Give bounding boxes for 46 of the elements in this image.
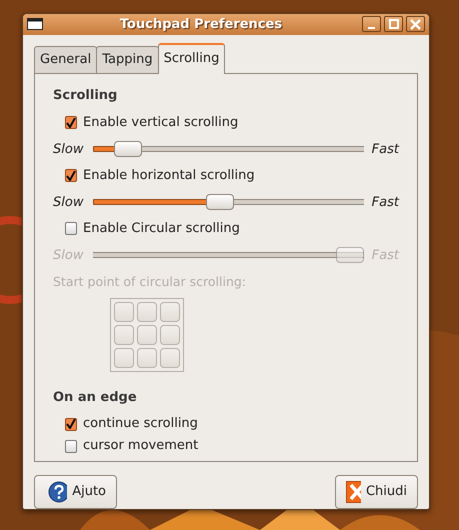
section-heading: Scrolling <box>53 87 118 106</box>
slider-max-label: Fast <box>372 194 399 212</box>
tab[interactable]: Scrolling <box>158 42 226 74</box>
slider-min-label: Slow <box>53 194 84 212</box>
minimize-icon <box>368 27 375 30</box>
checkbox[interactable] <box>65 440 77 453</box>
caption-text: Start point of circular scrolling: <box>53 272 248 291</box>
grid-button <box>114 324 134 345</box>
window-title: Touchpad Preferences <box>118 16 284 34</box>
tab[interactable]: General <box>34 46 98 74</box>
close-icon <box>410 18 421 30</box>
maximize-button[interactable] <box>384 16 403 32</box>
grid-button <box>114 348 134 368</box>
close-button[interactable] <box>406 16 425 32</box>
checkbox-label: Enable horizontal scrolling <box>83 167 255 186</box>
checkbox-label: continue scrolling <box>83 415 198 434</box>
grid-button <box>137 302 157 322</box>
close-icon <box>346 481 361 503</box>
grid-button <box>160 348 180 368</box>
maximize-icon <box>388 19 398 30</box>
slider-handle[interactable] <box>114 141 142 158</box>
grid-button <box>114 302 134 322</box>
close-button[interactable]: Chiudi <box>335 475 418 509</box>
checkbox-label: Enable Circular scrolling <box>83 220 240 238</box>
minimize-button[interactable] <box>362 16 381 32</box>
slider-max-label: Fast <box>372 140 399 159</box>
grid-button <box>160 324 180 345</box>
slider-handle[interactable] <box>206 194 234 210</box>
slider-min-label: Slow <box>53 246 84 265</box>
slider-min-label: Slow <box>53 140 84 159</box>
checkbox-label: Enable vertical scrolling <box>83 114 238 132</box>
tab[interactable]: Tapping <box>96 46 159 74</box>
slider-handle <box>336 247 364 264</box>
grid-button <box>137 324 157 345</box>
grid-button <box>160 302 180 322</box>
checkbox[interactable] <box>65 116 77 130</box>
checkbox[interactable] <box>65 418 77 431</box>
help-icon <box>48 481 68 503</box>
help-button[interactable]: Ajuto <box>34 475 117 509</box>
checkbox-label: cursor movement <box>83 437 198 456</box>
grid-button <box>137 348 157 368</box>
checkbox[interactable] <box>65 169 77 182</box>
window-menu-icon[interactable] <box>27 18 43 30</box>
slider-max-label: Fast <box>372 246 399 265</box>
section-heading: On an edge <box>53 388 138 407</box>
checkbox[interactable] <box>65 222 77 236</box>
